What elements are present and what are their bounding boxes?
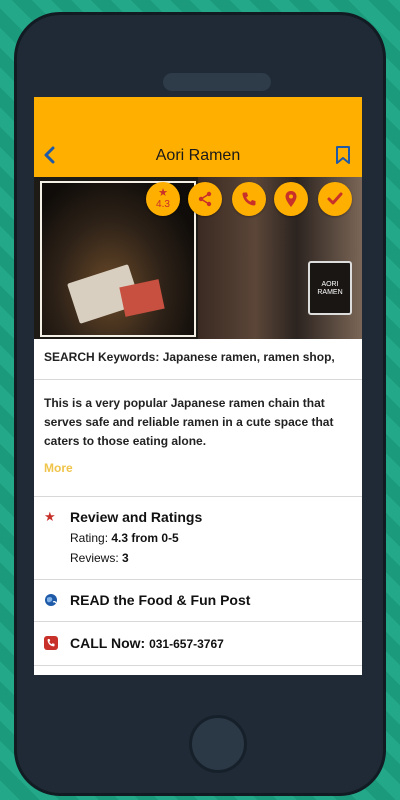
restaurant-photo: AORI RAMEN ★ 4.3 bbox=[34, 177, 362, 339]
rating-label: Rating: bbox=[70, 531, 109, 545]
reviews-count-line: Reviews: 3 bbox=[70, 551, 129, 565]
search-keywords: SEARCH Keywords: Japanese ramen, ramen s… bbox=[44, 350, 335, 364]
reviews-count: 3 bbox=[122, 551, 129, 565]
call-label: CALL Now: bbox=[70, 635, 146, 651]
phone-home-button[interactable] bbox=[189, 715, 247, 773]
description-text: This is a very popular Japanese ramen ch… bbox=[44, 396, 334, 448]
page-title: Aori Ramen bbox=[155, 147, 241, 164]
food-post-label: READ the Food & Fun Post bbox=[70, 592, 251, 608]
keywords-section: SEARCH Keywords: Japanese ramen, ramen s… bbox=[34, 339, 362, 380]
globe-icon bbox=[45, 594, 57, 606]
rating-line: Rating: 4.3 from 0-5 bbox=[70, 531, 179, 545]
check-icon bbox=[327, 192, 343, 205]
star-icon: ★ bbox=[44, 509, 56, 524]
call-row[interactable]: CALL Now: 031-657-3767 bbox=[34, 621, 362, 666]
share-button[interactable] bbox=[188, 182, 222, 216]
location-pin-icon bbox=[285, 191, 297, 207]
call-button[interactable] bbox=[232, 182, 266, 216]
call-line: CALL Now: 031-657-3767 bbox=[70, 635, 224, 651]
rating-button[interactable]: ★ 4.3 bbox=[146, 182, 180, 216]
phone-square-icon bbox=[44, 636, 58, 650]
phone-icon bbox=[242, 192, 256, 206]
app-screen: Aori Ramen AORI RAMEN ★ 4.3 SEARCH Keywo… bbox=[34, 97, 362, 675]
phone-number[interactable]: 031-657-3767 bbox=[149, 637, 224, 651]
rating-value-text: 4.3 from 0-5 bbox=[111, 531, 179, 545]
reviews-section[interactable]: ★ Review and Ratings Rating: 4.3 from 0-… bbox=[34, 496, 362, 580]
share-icon bbox=[198, 191, 212, 207]
bookmark-button[interactable] bbox=[334, 145, 354, 167]
phone-speaker bbox=[163, 73, 271, 91]
food-post-row[interactable]: READ the Food & Fun Post bbox=[34, 579, 362, 622]
reviews-title: Review and Ratings bbox=[70, 509, 203, 525]
restaurant-sign: AORI RAMEN bbox=[308, 261, 352, 315]
reviews-label: Reviews: bbox=[70, 551, 119, 565]
bookmark-icon bbox=[336, 146, 350, 164]
star-icon: ★ bbox=[158, 187, 168, 199]
location-button[interactable] bbox=[274, 182, 308, 216]
app-header: Aori Ramen bbox=[34, 97, 362, 177]
rating-value: 4.3 bbox=[156, 199, 170, 210]
more-link[interactable]: More bbox=[44, 461, 73, 475]
description-section: This is a very popular Japanese ramen ch… bbox=[34, 379, 362, 497]
restaurant-sign-text: AORI RAMEN bbox=[317, 281, 343, 296]
check-in-button[interactable] bbox=[318, 182, 352, 216]
